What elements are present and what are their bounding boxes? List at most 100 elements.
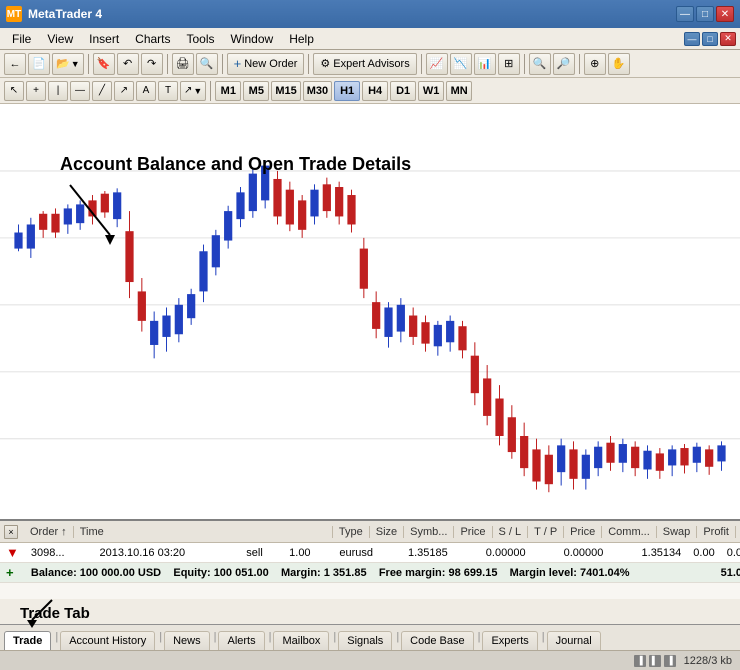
row-size: 1.00 <box>283 543 333 563</box>
main-layout: MT MetaTrader 4 — □ ✕ File View Insert C… <box>0 0 740 670</box>
trade-tab-annotation: Trade Tab <box>0 605 740 624</box>
zoom-in-button[interactable]: 🔍 <box>529 53 551 75</box>
chart-down-button[interactable]: 📉 <box>450 53 472 75</box>
chart-svg <box>0 104 740 519</box>
new-chart-button[interactable]: 📄 <box>28 53 50 75</box>
new-order-label: New Order <box>244 58 297 70</box>
profiles-button[interactable]: 🔖 <box>93 53 115 75</box>
balance-icon-sym: + <box>6 565 14 580</box>
terminal-close-button[interactable]: × <box>4 525 18 539</box>
expert-label: Expert Advisors <box>333 58 409 70</box>
status-bar: ▐ ▌ ▐ 1228/3 kb <box>0 650 740 670</box>
trendline-tool[interactable]: ╱ <box>92 81 112 101</box>
terminal-header: × Order ↑ Time Type Size Symb... Price S… <box>0 521 740 543</box>
minimize-button[interactable]: — <box>676 6 694 22</box>
separator7 <box>579 54 580 74</box>
col-swap: Swap <box>657 526 698 538</box>
tf-m5[interactable]: M5 <box>243 81 269 101</box>
separator4 <box>308 54 309 74</box>
menu-insert[interactable]: Insert <box>81 30 127 48</box>
tab-news[interactable]: News <box>164 631 210 650</box>
row-symbol: eurusd <box>333 543 402 563</box>
tf-m15[interactable]: M15 <box>271 81 300 101</box>
separator <box>88 54 89 74</box>
cursor-tool[interactable]: ↖ <box>4 81 24 101</box>
margin-level-value: Margin level: 7401.04% <box>510 567 630 579</box>
chart-area[interactable]: Account Balance and Open Trade Details <box>0 104 740 519</box>
maximize-button[interactable]: □ <box>696 6 714 22</box>
expert-icon: ⚙ <box>320 57 330 70</box>
tf-h1[interactable]: H1 <box>334 81 360 101</box>
open-button[interactable]: 📂▼ <box>52 53 84 75</box>
menu-minimize-button[interactable]: — <box>684 32 700 46</box>
bottom-area: Trade Tab Trade | Account History | News… <box>0 599 740 650</box>
arrow-tool[interactable]: ↗▼ <box>180 81 206 101</box>
chart-and-terminal: Account Balance and Open Trade Details ×… <box>0 104 740 599</box>
tab-experts[interactable]: Experts <box>482 631 537 650</box>
crosshair-tool[interactable]: + <box>26 81 46 101</box>
move-button[interactable]: ✋ <box>608 53 630 75</box>
terminal-panel: × Order ↑ Time Type Size Symb... Price S… <box>0 519 740 599</box>
tab-mailbox[interactable]: Mailbox <box>273 631 329 650</box>
menu-restore-button[interactable]: □ <box>702 32 718 46</box>
close-button[interactable]: ✕ <box>716 6 734 22</box>
menu-window[interactable]: Window <box>223 30 282 48</box>
tf-w1[interactable]: W1 <box>418 81 444 101</box>
undo-button[interactable]: ↶ <box>117 53 139 75</box>
separator5 <box>421 54 422 74</box>
redo-button[interactable]: ↷ <box>141 53 163 75</box>
zoom-out-button[interactable]: 🔎 <box>553 53 575 75</box>
menu-view[interactable]: View <box>39 30 81 48</box>
tab-signals[interactable]: Signals <box>338 631 392 650</box>
tab-sep2: | <box>157 631 164 643</box>
tab-account-history[interactable]: Account History <box>60 631 155 650</box>
col-time: Time <box>74 526 333 538</box>
tf-mn[interactable]: MN <box>446 81 472 101</box>
col-comm: Comm... <box>602 526 657 538</box>
print-button[interactable]: 🖨 <box>172 53 194 75</box>
row-price: 1.35185 <box>402 543 480 563</box>
menu-file[interactable]: File <box>4 30 39 48</box>
new-order-button[interactable]: + New Order <box>227 53 305 75</box>
tab-sep3: | <box>212 631 219 643</box>
menu-tools[interactable]: Tools <box>179 30 223 48</box>
line-tool[interactable]: | <box>48 81 68 101</box>
tab-code-base[interactable]: Code Base <box>401 631 473 650</box>
status-icon-1: ▐ <box>634 655 646 667</box>
tf-m1[interactable]: M1 <box>215 81 241 101</box>
separator6 <box>524 54 525 74</box>
tab-sep5: | <box>331 631 338 643</box>
chart-up-button[interactable]: 📈 <box>426 53 448 75</box>
row-swap: 0.00 <box>721 543 740 563</box>
menu-close-button[interactable]: ✕ <box>720 32 736 46</box>
tab-trade[interactable]: Trade <box>4 631 51 650</box>
equity-value: Equity: 100 051.00 <box>173 567 268 579</box>
print-preview-button[interactable]: 🔍 <box>196 53 218 75</box>
tab-alerts[interactable]: Alerts <box>218 631 264 650</box>
tab-journal[interactable]: Journal <box>547 631 601 650</box>
free-margin-value: Free margin: 98 699.15 <box>379 567 498 579</box>
arrow-tool-button[interactable]: ← <box>4 53 26 75</box>
menu-help[interactable]: Help <box>281 30 322 48</box>
tf-h4[interactable]: H4 <box>362 81 388 101</box>
tf-d1[interactable]: D1 <box>390 81 416 101</box>
label-tool[interactable]: T <box>158 81 178 101</box>
separator2 <box>167 54 168 74</box>
terminal-columns: Order ↑ Time Type Size Symb... Price S /… <box>24 526 736 538</box>
margin-value: Margin: 1 351.85 <box>281 567 367 579</box>
text-tool[interactable]: A <box>136 81 156 101</box>
row-icon: ▼ <box>0 543 25 563</box>
separator3 <box>222 54 223 74</box>
tf-m30[interactable]: M30 <box>303 81 332 101</box>
title-bar: MT MetaTrader 4 — □ ✕ <box>0 0 740 28</box>
pen-tool[interactable]: ↗ <box>114 81 134 101</box>
col-sl: S / L <box>493 526 529 538</box>
expert-advisors-button[interactable]: ⚙ Expert Advisors <box>313 53 416 75</box>
tabs-row: Trade | Account History | News | Alerts … <box>0 624 740 650</box>
hline-tool[interactable]: ― <box>70 81 90 101</box>
menu-charts[interactable]: Charts <box>127 30 178 48</box>
indicator-button[interactable]: 📊 <box>474 53 496 75</box>
period-sep-button[interactable]: ⊞ <box>498 53 520 75</box>
menu-bar-controls: — □ ✕ <box>684 32 736 46</box>
crosshair-button[interactable]: ⊕ <box>584 53 606 75</box>
